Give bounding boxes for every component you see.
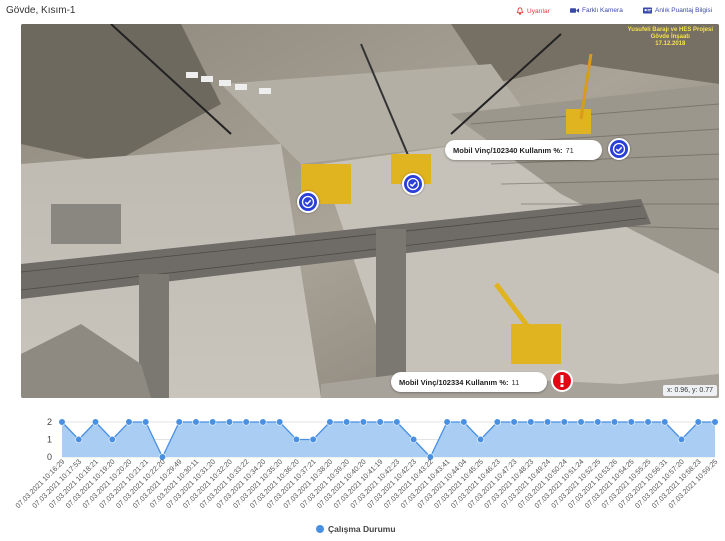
check-circle-icon — [612, 142, 626, 156]
legend-label: Çalışma Durumu — [328, 524, 396, 534]
data-point — [410, 435, 418, 444]
check-circle-icon — [301, 195, 315, 209]
data-point — [476, 435, 485, 444]
data-point — [560, 418, 568, 426]
legend-marker — [316, 525, 324, 533]
exclamation-icon — [560, 375, 564, 387]
data-point — [276, 418, 284, 426]
crane-usage-label-text: Mobil Vinç/102334 Kullanım %: — [399, 377, 509, 387]
crane-usage-value: 11 — [511, 377, 520, 387]
video-camera-icon — [570, 8, 579, 13]
crane-usage-label[interactable]: Mobil Vinç/102340 Kullanım %: 71 — [445, 140, 602, 160]
data-point — [543, 418, 552, 426]
id-card-icon — [643, 7, 652, 14]
data-point — [175, 418, 183, 426]
data-point — [75, 435, 83, 444]
data-point — [292, 435, 301, 444]
bell-icon — [516, 7, 524, 15]
caption-line-2: Gövde İnşaatı — [650, 34, 690, 40]
data-point — [242, 418, 250, 426]
data-point — [259, 418, 267, 426]
attendance-info-button[interactable]: Anlık Puantaj Bilgisi — [643, 7, 712, 14]
data-point — [610, 418, 619, 426]
check-circle-icon — [406, 177, 420, 191]
data-point — [225, 418, 234, 426]
data-point — [343, 418, 351, 426]
coordinate-readout: x: 0.96, y: 0.77 — [663, 385, 717, 396]
data-point — [192, 418, 200, 426]
data-point — [577, 418, 585, 426]
attendance-info-label: Anlık Puantaj Bilgisi — [655, 7, 713, 14]
working-status-chart: 0 1 2 07.03.2021 10:16:29 07.03.2021 10:17:5… — [0, 400, 725, 541]
page-header: Gövde, Kısım-1 Uyarılar Farklı Kamera An… — [0, 0, 725, 22]
crane-status-ok-badge[interactable] — [402, 173, 424, 195]
alerts-label: Uyarılar — [527, 7, 550, 15]
data-point — [209, 418, 217, 426]
alerts-button[interactable]: Uyarılar — [516, 7, 550, 15]
construction-site-image — [21, 24, 719, 398]
y-tick-label: 2 — [47, 417, 52, 427]
data-point — [359, 418, 367, 426]
data-point — [142, 418, 150, 426]
other-camera-label: Farklı Kamera — [582, 7, 623, 14]
camera-view[interactable]: Yusufeli Barajı ve HES Projesi Gövde İnş… — [21, 24, 719, 398]
camera-overlay-caption: Yusufeli Barajı ve HES Projesi Gövde İnş… — [622, 24, 719, 51]
crane-usage-value: 71 — [565, 145, 574, 155]
data-point — [125, 418, 133, 426]
data-point — [627, 418, 635, 426]
chart-svg: 01207.03.2021 10:16:2907.03.2021 10:17:5… — [13, 417, 719, 510]
crane-status-ok-badge[interactable] — [608, 138, 630, 160]
data-point — [661, 418, 669, 426]
page-title: Gövde, Kısım-1 — [6, 5, 76, 16]
data-point — [460, 418, 468, 426]
data-point — [711, 418, 719, 426]
data-point — [493, 418, 501, 426]
crane-status-ok-badge[interactable] — [297, 191, 319, 213]
y-tick-label: 0 — [47, 452, 52, 462]
data-point — [376, 418, 384, 426]
data-point — [108, 435, 116, 444]
data-point — [644, 418, 652, 426]
y-tick-label: 1 — [47, 435, 52, 445]
chart-legend[interactable]: Çalışma Durumu — [316, 524, 396, 534]
data-point — [393, 418, 401, 426]
data-point — [677, 435, 686, 444]
data-point — [527, 418, 535, 426]
caption-line-1: Yusufeli Barajı ve HES Projesi — [627, 27, 713, 33]
caption-line-3: 17.12.2018 — [655, 41, 686, 47]
data-point — [510, 418, 518, 426]
data-point — [58, 418, 66, 426]
crane-usage-label-text: Mobil Vinç/102340 Kullanım %: — [453, 145, 563, 155]
data-point — [91, 418, 100, 426]
data-point — [694, 418, 702, 426]
crane-usage-label[interactable]: Mobil Vinç/102334 Kullanım %: 11 — [391, 372, 548, 392]
data-point — [594, 418, 602, 426]
data-point — [309, 435, 317, 444]
crane-status-alert-badge[interactable] — [551, 370, 573, 392]
other-camera-button[interactable]: Farklı Kamera — [570, 7, 623, 14]
data-point — [326, 418, 334, 426]
data-point — [443, 418, 451, 426]
